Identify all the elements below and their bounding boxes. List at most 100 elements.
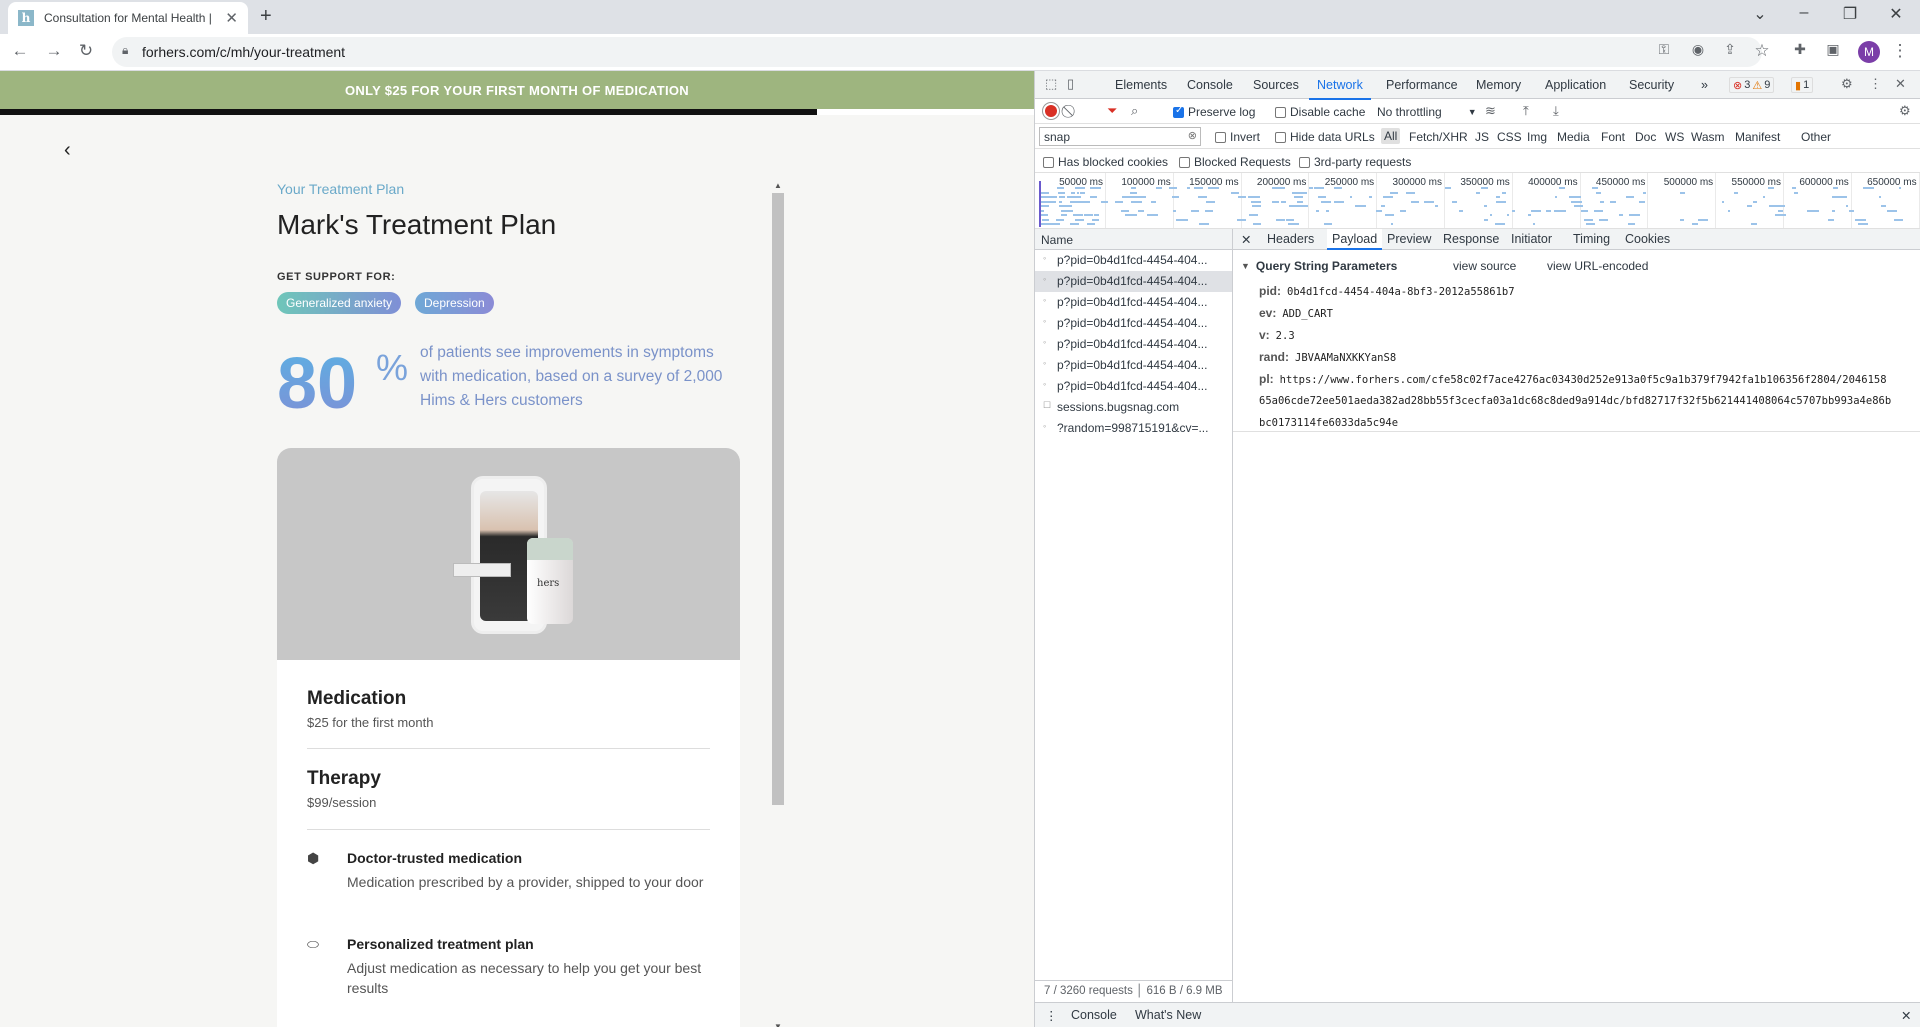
new-tab-button[interactable]: + xyxy=(260,5,272,28)
network-timeline[interactable]: 50000 ms 100000 ms 150000 ms 200000 ms 25000… xyxy=(1035,173,1920,229)
drawer-menu-icon[interactable]: ⋮ xyxy=(1045,1008,1058,1023)
blocked-requests-checkbox[interactable]: Blocked Requests xyxy=(1179,155,1291,169)
tab-network[interactable]: Network xyxy=(1309,78,1371,100)
filter-css[interactable]: CSS xyxy=(1497,130,1522,144)
timeline-activity xyxy=(1075,187,1085,189)
bookmark-star-icon[interactable]: ☆ xyxy=(1750,41,1774,61)
close-detail-icon[interactable]: ✕ xyxy=(1241,232,1251,247)
scroll-down-icon[interactable]: ▼ xyxy=(774,1022,782,1027)
device-toolbar-icon[interactable]: ▯ xyxy=(1067,76,1074,92)
location-icon[interactable]: ◉ xyxy=(1686,41,1710,58)
tab-preview[interactable]: Preview xyxy=(1387,232,1431,246)
forward-icon[interactable]: → xyxy=(42,41,66,61)
extensions-icon[interactable]: ✚ xyxy=(1788,41,1812,58)
timeline-activity xyxy=(1625,196,1635,198)
key-icon[interactable]: ⚿ xyxy=(1652,41,1676,58)
profile-avatar[interactable]: M xyxy=(1858,41,1880,63)
request-row[interactable]: ◦ p?pid=0b4d1fcd-4454-404... xyxy=(1035,250,1232,271)
filter-manifest[interactable]: Manifest xyxy=(1735,130,1780,144)
back-chevron-icon[interactable]: ‹ xyxy=(64,139,71,162)
view-url-encoded-link[interactable]: view URL-encoded xyxy=(1547,259,1648,273)
tab-application[interactable]: Application xyxy=(1545,78,1606,92)
preserve-log-checkbox[interactable]: Preserve log xyxy=(1173,105,1255,119)
query-string-header[interactable]: ▼ Query String Parameters xyxy=(1241,259,1397,273)
scroll-up-icon[interactable]: ▲ xyxy=(774,181,782,190)
tab-memory[interactable]: Memory xyxy=(1476,78,1521,92)
close-window-button[interactable]: ✕ xyxy=(1876,4,1916,24)
filter-font[interactable]: Font xyxy=(1601,130,1625,144)
more-options-icon[interactable]: ⋮ xyxy=(1869,76,1882,92)
request-row[interactable]: ◦ p?pid=0b4d1fcd-4454-404... xyxy=(1035,313,1232,334)
third-party-requests-checkbox[interactable]: 3rd-party requests xyxy=(1299,155,1411,169)
tab-security[interactable]: Security xyxy=(1629,78,1674,92)
scroll-thumb[interactable] xyxy=(772,193,784,805)
filter-other[interactable]: Other xyxy=(1801,130,1831,144)
network-conditions-icon[interactable]: ≋ xyxy=(1485,103,1496,119)
share-icon[interactable]: ⇪ xyxy=(1718,41,1742,58)
request-row[interactable]: ◦ p?pid=0b4d1fcd-4454-404... xyxy=(1035,376,1232,397)
back-icon[interactable]: ← xyxy=(8,41,32,61)
tab-payload[interactable]: Payload xyxy=(1327,229,1383,250)
request-row[interactable]: ◦ p?pid=0b4d1fcd-4454-404... xyxy=(1035,334,1232,355)
filter-all[interactable]: All xyxy=(1381,128,1401,144)
has-blocked-cookies-checkbox[interactable]: Has blocked cookies xyxy=(1043,155,1168,169)
filter-media[interactable]: Media xyxy=(1557,130,1590,144)
search-icon[interactable]: ⌕ xyxy=(1131,103,1138,119)
side-panel-icon[interactable]: ▣ xyxy=(1821,41,1845,58)
tab-elements[interactable]: Elements xyxy=(1115,78,1167,92)
error-badge[interactable]: ⊗ 3 ⚠ 9 xyxy=(1729,77,1775,93)
throttling-select[interactable]: No throttling ▼ xyxy=(1377,105,1477,119)
network-settings-icon[interactable]: ⚙ xyxy=(1899,103,1911,119)
filter-input[interactable]: snap ⊗ xyxy=(1039,127,1201,146)
timeline-activity xyxy=(1334,187,1343,189)
tab-search-icon[interactable]: ⌄ xyxy=(1740,4,1780,24)
timeline-activity xyxy=(1827,218,1834,221)
filter-icon[interactable]: ⏷ xyxy=(1107,103,1117,119)
issues-badge[interactable]: ▮ 1 xyxy=(1791,77,1814,93)
close-tab-icon[interactable]: ✕ xyxy=(225,9,238,27)
restore-button[interactable]: ❐ xyxy=(1830,4,1870,24)
filter-wasm[interactable]: Wasm xyxy=(1691,130,1725,144)
filter-ws[interactable]: WS xyxy=(1665,130,1684,144)
address-bar[interactable]: 🔒︎ forhers.com/c/mh/your-treatment xyxy=(112,37,1762,67)
drawer-tab-console[interactable]: Console xyxy=(1071,1008,1117,1022)
disable-cache-checkbox[interactable]: Disable cache xyxy=(1275,105,1365,119)
request-row[interactable]: ◦ ?random=998715191&cv=... xyxy=(1035,418,1232,439)
tab-console[interactable]: Console xyxy=(1187,78,1233,92)
filter-fetch-xhr[interactable]: Fetch/XHR xyxy=(1409,130,1468,144)
request-row[interactable]: ◦ p?pid=0b4d1fcd-4454-404... xyxy=(1035,292,1232,313)
import-har-icon[interactable]: ⤒ xyxy=(1523,103,1529,119)
request-row[interactable]: ◦ p?pid=0b4d1fcd-4454-404... xyxy=(1035,271,1232,292)
tab-performance[interactable]: Performance xyxy=(1386,78,1458,92)
request-row[interactable]: ☐ sessions.bugsnag.com xyxy=(1035,397,1232,418)
filter-img[interactable]: Img xyxy=(1527,130,1547,144)
menu-icon[interactable]: ⋮ xyxy=(1888,41,1912,61)
tab-initiator[interactable]: Initiator xyxy=(1511,232,1552,246)
tab-sources[interactable]: Sources xyxy=(1253,78,1299,92)
request-row[interactable]: ◦ p?pid=0b4d1fcd-4454-404... xyxy=(1035,355,1232,376)
tab-timing[interactable]: Timing xyxy=(1573,232,1610,246)
reload-icon[interactable]: ↻ xyxy=(74,41,98,61)
inspect-icon[interactable]: ⬚ xyxy=(1045,76,1057,92)
filter-js[interactable]: JS xyxy=(1475,130,1489,144)
more-tabs-icon[interactable]: » xyxy=(1701,78,1708,92)
hide-data-urls-checkbox[interactable]: Hide data URLs xyxy=(1275,130,1375,144)
content-scrollbar[interactable]: ▲ ▼ xyxy=(772,181,784,1027)
settings-gear-icon[interactable]: ⚙ xyxy=(1841,76,1853,92)
tab-cookies[interactable]: Cookies xyxy=(1625,232,1670,246)
export-har-icon[interactable]: ⤓ xyxy=(1553,103,1559,119)
name-column-header[interactable]: Name xyxy=(1035,229,1233,250)
view-source-link[interactable]: view source xyxy=(1453,259,1516,273)
close-devtools-icon[interactable]: ✕ xyxy=(1895,76,1906,92)
drawer-tab-whats-new[interactable]: What's New xyxy=(1135,1008,1201,1022)
close-drawer-icon[interactable]: ✕ xyxy=(1901,1008,1911,1023)
clear-filter-icon[interactable]: ⊗ xyxy=(1188,129,1197,142)
record-icon[interactable] xyxy=(1045,105,1057,117)
browser-tab[interactable]: h Consultation for Mental Health | ✕ xyxy=(8,2,248,34)
error-count: 3 xyxy=(1744,79,1751,91)
tab-response[interactable]: Response xyxy=(1443,232,1499,246)
filter-doc[interactable]: Doc xyxy=(1635,130,1656,144)
invert-checkbox[interactable]: Invert xyxy=(1215,130,1260,144)
minimize-button[interactable]: – xyxy=(1784,4,1824,22)
tab-headers[interactable]: Headers xyxy=(1267,232,1314,246)
